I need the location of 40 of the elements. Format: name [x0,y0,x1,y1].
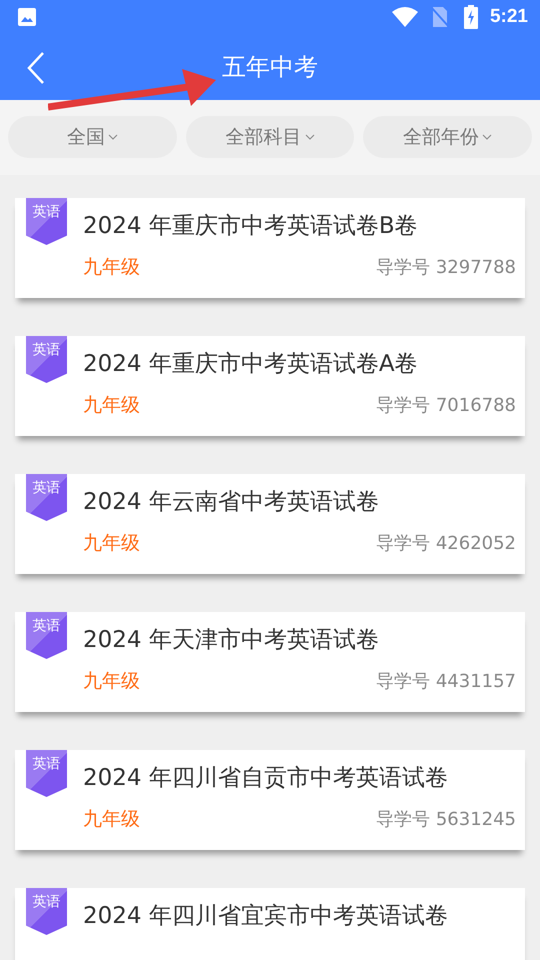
filter-dropdown[interactable]: 全部年份 [363,116,532,158]
guide-number: 导学号 4262052 [376,532,516,555]
paper-card[interactable]: 英语 2024 年云南省中考英语试卷 九年级 导学号 4262052 [15,474,525,574]
grade-label: 九年级 [83,669,140,694]
battery-icon [464,5,478,29]
guide-number: 导学号 7016788 [376,394,516,417]
subject-badge: 英语 [26,198,67,245]
subject-badge: 英语 [26,888,67,935]
grade-label: 九年级 [83,531,140,556]
paper-title: 2024 年重庆市中考英语试卷A卷 [83,350,419,379]
wifi-icon [392,7,418,27]
paper-title: 2024 年重庆市中考英语试卷B卷 [83,212,419,241]
paper-card[interactable]: 英语 2024 年重庆市中考英语试卷B卷 九年级 导学号 3297788 [15,198,525,298]
subject-badge: 英语 [26,336,67,383]
grade-label: 九年级 [83,255,140,280]
guide-number: 导学号 5631245 [376,808,516,831]
paper-title: 2024 年云南省中考英语试卷 [83,488,380,517]
subject-badge: 英语 [26,750,67,797]
paper-title: 2024 年四川省宜宾市中考英语试卷 [83,902,449,931]
guide-number: 导学号 3297788 [376,256,516,279]
caret-icon [482,134,492,140]
grade-label: 九年级 [83,393,140,418]
paper-card[interactable]: 英语 2024 年重庆市中考英语试卷A卷 九年级 导学号 7016788 [15,336,525,436]
grade-label: 九年级 [83,807,140,832]
caret-icon [304,134,314,140]
paper-card[interactable]: 英语 2024 年四川省宜宾市中考英语试卷 [15,888,525,960]
paper-title: 2024 年四川省自贡市中考英语试卷 [83,764,449,793]
page-title: 五年中考 [222,52,318,83]
filter-dropdown[interactable]: 全部科目 [186,116,354,158]
back-button[interactable] [27,52,45,84]
guide-number: 导学号 4431157 [376,670,516,693]
caret-icon [108,134,118,140]
paper-card[interactable]: 英语 2024 年四川省自贡市中考英语试卷 九年级 导学号 5631245 [15,750,525,850]
paper-title: 2024 年天津市中考英语试卷 [83,626,380,655]
status-time: 5:21 [490,6,528,28]
subject-badge: 英语 [26,474,67,521]
subject-badge: 英语 [26,612,67,659]
filter-dropdown[interactable]: 全国 [8,116,177,158]
paper-card[interactable]: 英语 2024 年天津市中考英语试卷 九年级 导学号 4431157 [15,612,525,712]
image-icon [17,7,37,27]
